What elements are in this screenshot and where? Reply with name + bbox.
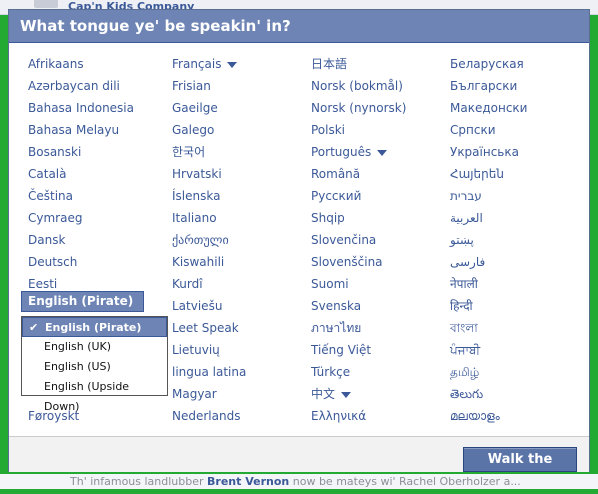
language-column-2: Français Frisian Gaeilge Galego 한국어 Hrva… [172,53,246,427]
language-link-portugues[interactable]: Português [311,141,406,163]
language-dialog: What tongue ye' be speakin' in? Afrikaan… [8,9,590,490]
background-feed-story: Th' infamous landlubber Brent Vernon now… [0,474,598,489]
language-link[interactable]: नेपाली [450,273,527,295]
language-link[interactable]: Gaeilge [172,97,246,119]
menu-item-english-upside-down[interactable]: English (Upside Down) [22,377,167,413]
walk-the-plank-button[interactable]: Walk the plank! [463,447,577,490]
language-link[interactable]: Shqip [311,207,406,229]
language-link[interactable]: বাংলা [450,317,527,339]
language-label: Português [311,145,372,159]
avatar [34,0,58,8]
language-link[interactable]: മലയാളം [450,405,527,427]
language-link[interactable]: தமிழ் [450,361,527,383]
language-link[interactable]: Latviešu [172,295,246,317]
language-link[interactable]: Slovenščina [311,251,406,273]
english-variant-menu: ✔ English (Pirate) English (UK) English … [21,316,168,413]
language-link[interactable]: Polski [311,119,406,141]
language-link[interactable]: Slovenčina [311,229,406,251]
language-link[interactable]: Svenska [311,295,406,317]
language-link[interactable]: Azərbaycan dili [28,75,134,97]
language-link[interactable]: Русский [311,185,406,207]
language-link[interactable]: 日本語 [311,53,406,75]
language-link[interactable]: Türkçe [311,361,406,383]
language-link[interactable]: Italiano [172,207,246,229]
language-link[interactable]: Македонски [450,97,527,119]
feed-text-pre: Th' infamous landlubber [70,475,208,488]
language-link[interactable]: Català [28,163,134,185]
language-link[interactable]: Magyar [172,383,246,405]
checkmark-icon: ✔ [29,321,39,334]
english-variant-select[interactable]: English (Pirate) [21,291,144,324]
language-column-1: Afrikaans Azərbaycan dili Bahasa Indones… [28,53,134,295]
menu-item-english-pirate[interactable]: ✔ English (Pirate) [22,317,167,337]
language-link[interactable]: العربية [450,207,527,229]
menu-item-english-us[interactable]: English (US) [22,357,167,377]
language-link-chinese[interactable]: 中文 [311,383,406,405]
language-link[interactable]: Lietuvių [172,339,246,361]
language-link[interactable]: Suomi [311,273,406,295]
language-link[interactable]: Bahasa Melayu [28,119,134,141]
language-link[interactable]: ภาษาไทย [311,317,406,339]
language-link[interactable]: हिन्दी [450,295,527,317]
english-select-value: English (Pirate) [28,294,134,308]
language-link[interactable]: Norsk (nynorsk) [311,97,406,119]
language-link[interactable]: Dansk [28,229,134,251]
language-link[interactable]: فارسی [450,251,527,273]
language-link[interactable]: Română [311,163,406,185]
language-link[interactable]: Frisian [172,75,246,97]
feed-user-link[interactable]: Brent Vernon [207,475,289,488]
language-label: 中文 [311,387,336,401]
menu-item-english-uk[interactable]: English (UK) [22,337,167,357]
language-link[interactable]: Српски [450,119,527,141]
language-column-3: 日本語 Norsk (bokmål) Norsk (nynorsk) Polsk… [311,53,406,427]
language-link[interactable]: ქართული [172,229,246,251]
language-link[interactable]: Kurdî [172,273,246,295]
language-link[interactable]: پښتو [450,229,527,251]
language-link[interactable]: Беларуская [450,53,527,75]
language-link[interactable]: lingua latina [172,361,246,383]
language-label: Français [172,57,222,71]
language-column-4: Беларуская Български Македонски Српски У… [450,53,527,427]
language-link[interactable]: Leet Speak [172,317,246,339]
language-link[interactable]: Norsk (bokmål) [311,75,406,97]
language-link[interactable]: Українська [450,141,527,163]
language-link[interactable]: Հայերեն [450,163,527,185]
language-link[interactable]: Български [450,75,527,97]
language-link[interactable]: Tiếng Việt [311,339,406,361]
language-link[interactable]: ਪੰਜਾਬੀ [450,339,527,361]
language-link[interactable]: Bosanski [28,141,134,163]
language-link[interactable]: Hrvatski [172,163,246,185]
chevron-down-icon[interactable] [341,391,352,398]
language-link[interactable]: Ελληνικά [311,405,406,427]
language-link[interactable]: Afrikaans [28,53,134,75]
language-link[interactable]: Galego [172,119,246,141]
language-link[interactable]: Kiswahili [172,251,246,273]
language-link[interactable]: עברית [450,185,527,207]
language-link-francais[interactable]: Français [172,53,246,75]
language-link[interactable]: 한국어 [172,141,246,163]
language-link[interactable]: తెలుగు [450,383,527,405]
chevron-down-icon[interactable] [227,61,238,68]
menu-item-label: English (Pirate) [45,321,142,334]
feed-text-post: now be mateys wi' Rachel Oberholzer a... [289,475,521,488]
language-link[interactable]: Nederlands [172,405,246,427]
language-link[interactable]: Deutsch [28,251,134,273]
feed-story-text: Th' infamous landlubber Brent Vernon now… [70,474,521,489]
language-link[interactable]: Cymraeg [28,207,134,229]
language-link[interactable]: Čeština [28,185,134,207]
language-link[interactable]: Íslenska [172,185,246,207]
language-link[interactable]: Bahasa Indonesia [28,97,134,119]
chevron-down-icon[interactable] [377,149,388,156]
dialog-title: What tongue ye' be speakin' in? [9,10,589,43]
dialog-footer: Walk the plank! [9,436,589,490]
